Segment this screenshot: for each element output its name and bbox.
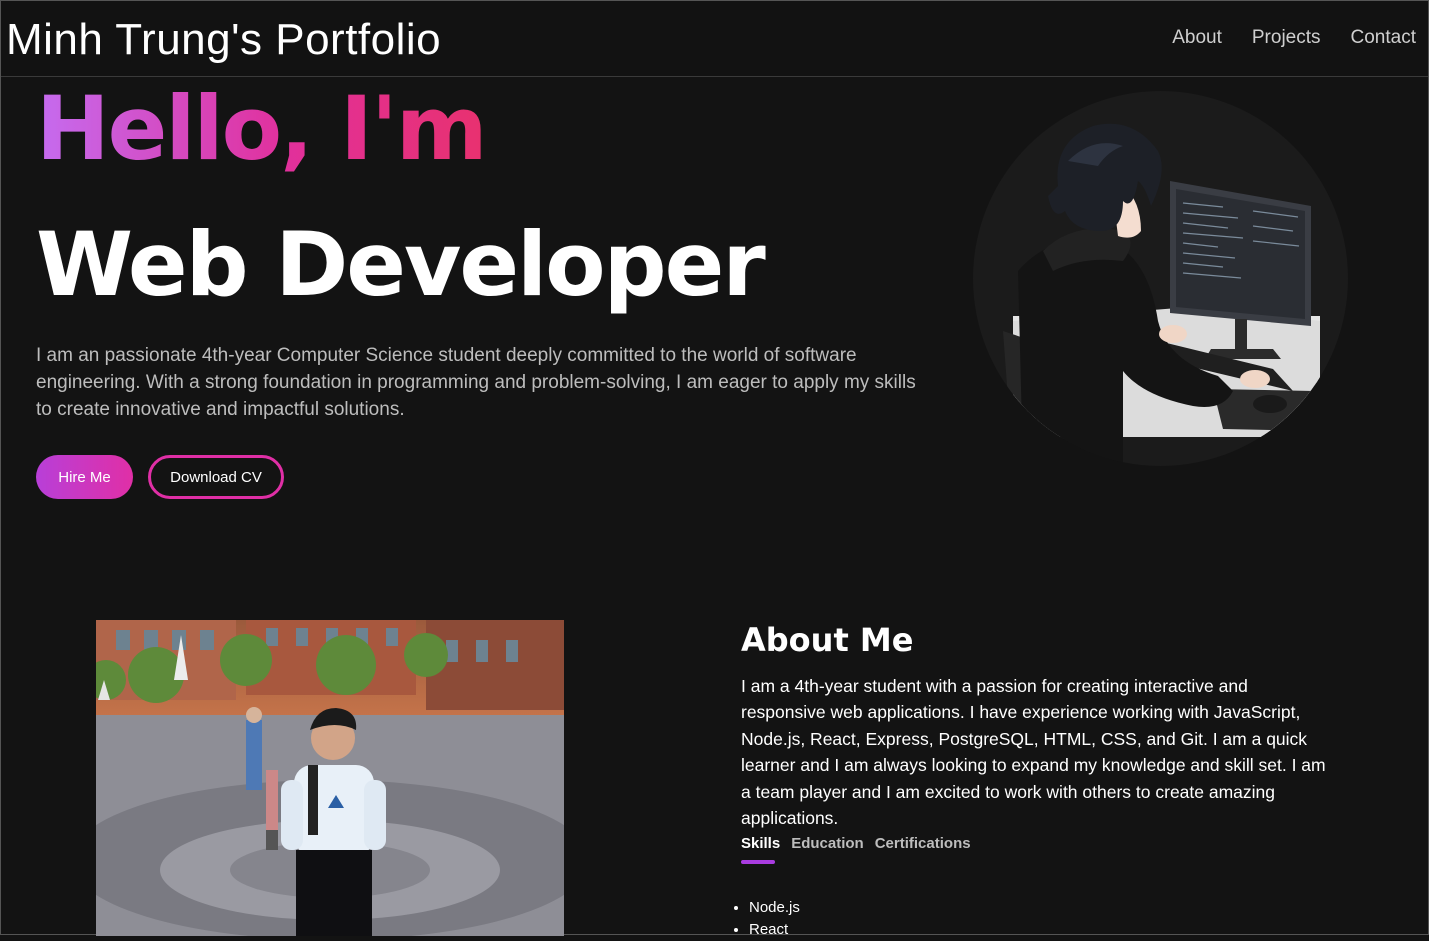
nav-links: About Projects Contact <box>1172 27 1416 49</box>
download-cv-button[interactable]: Download CV <box>148 455 284 499</box>
hire-me-button[interactable]: Hire Me <box>36 455 133 499</box>
about-tabs: Skills Education Certifications <box>741 835 971 864</box>
hero-greeting: Hello, I'm <box>36 77 488 180</box>
nav-link-about[interactable]: About <box>1172 27 1222 49</box>
hero-intro: I am an passionate 4th-year Computer Sci… <box>36 345 916 420</box>
skills-list: Node.js React <box>729 897 800 941</box>
nav-link-projects[interactable]: Projects <box>1252 27 1321 49</box>
skill-item: React <box>749 919 800 941</box>
about-text: I am a 4th-year student with a passion f… <box>741 676 1326 829</box>
about-profile-photo <box>96 620 564 936</box>
tab-education[interactable]: Education <box>791 835 864 862</box>
tab-certifications[interactable]: Certifications <box>875 835 971 862</box>
brand-title[interactable]: Minh Trung's Portfolio <box>6 15 441 65</box>
skill-item: Node.js <box>749 897 800 919</box>
hero-role: Web Developer <box>36 213 766 316</box>
navbar: Minh Trung's Portfolio About Projects Co… <box>1 1 1428 77</box>
tab-skills[interactable]: Skills <box>741 835 780 864</box>
nav-link-contact[interactable]: Contact <box>1351 27 1416 49</box>
hero-avatar-illustration <box>973 91 1348 466</box>
about-title: About Me <box>741 621 914 659</box>
